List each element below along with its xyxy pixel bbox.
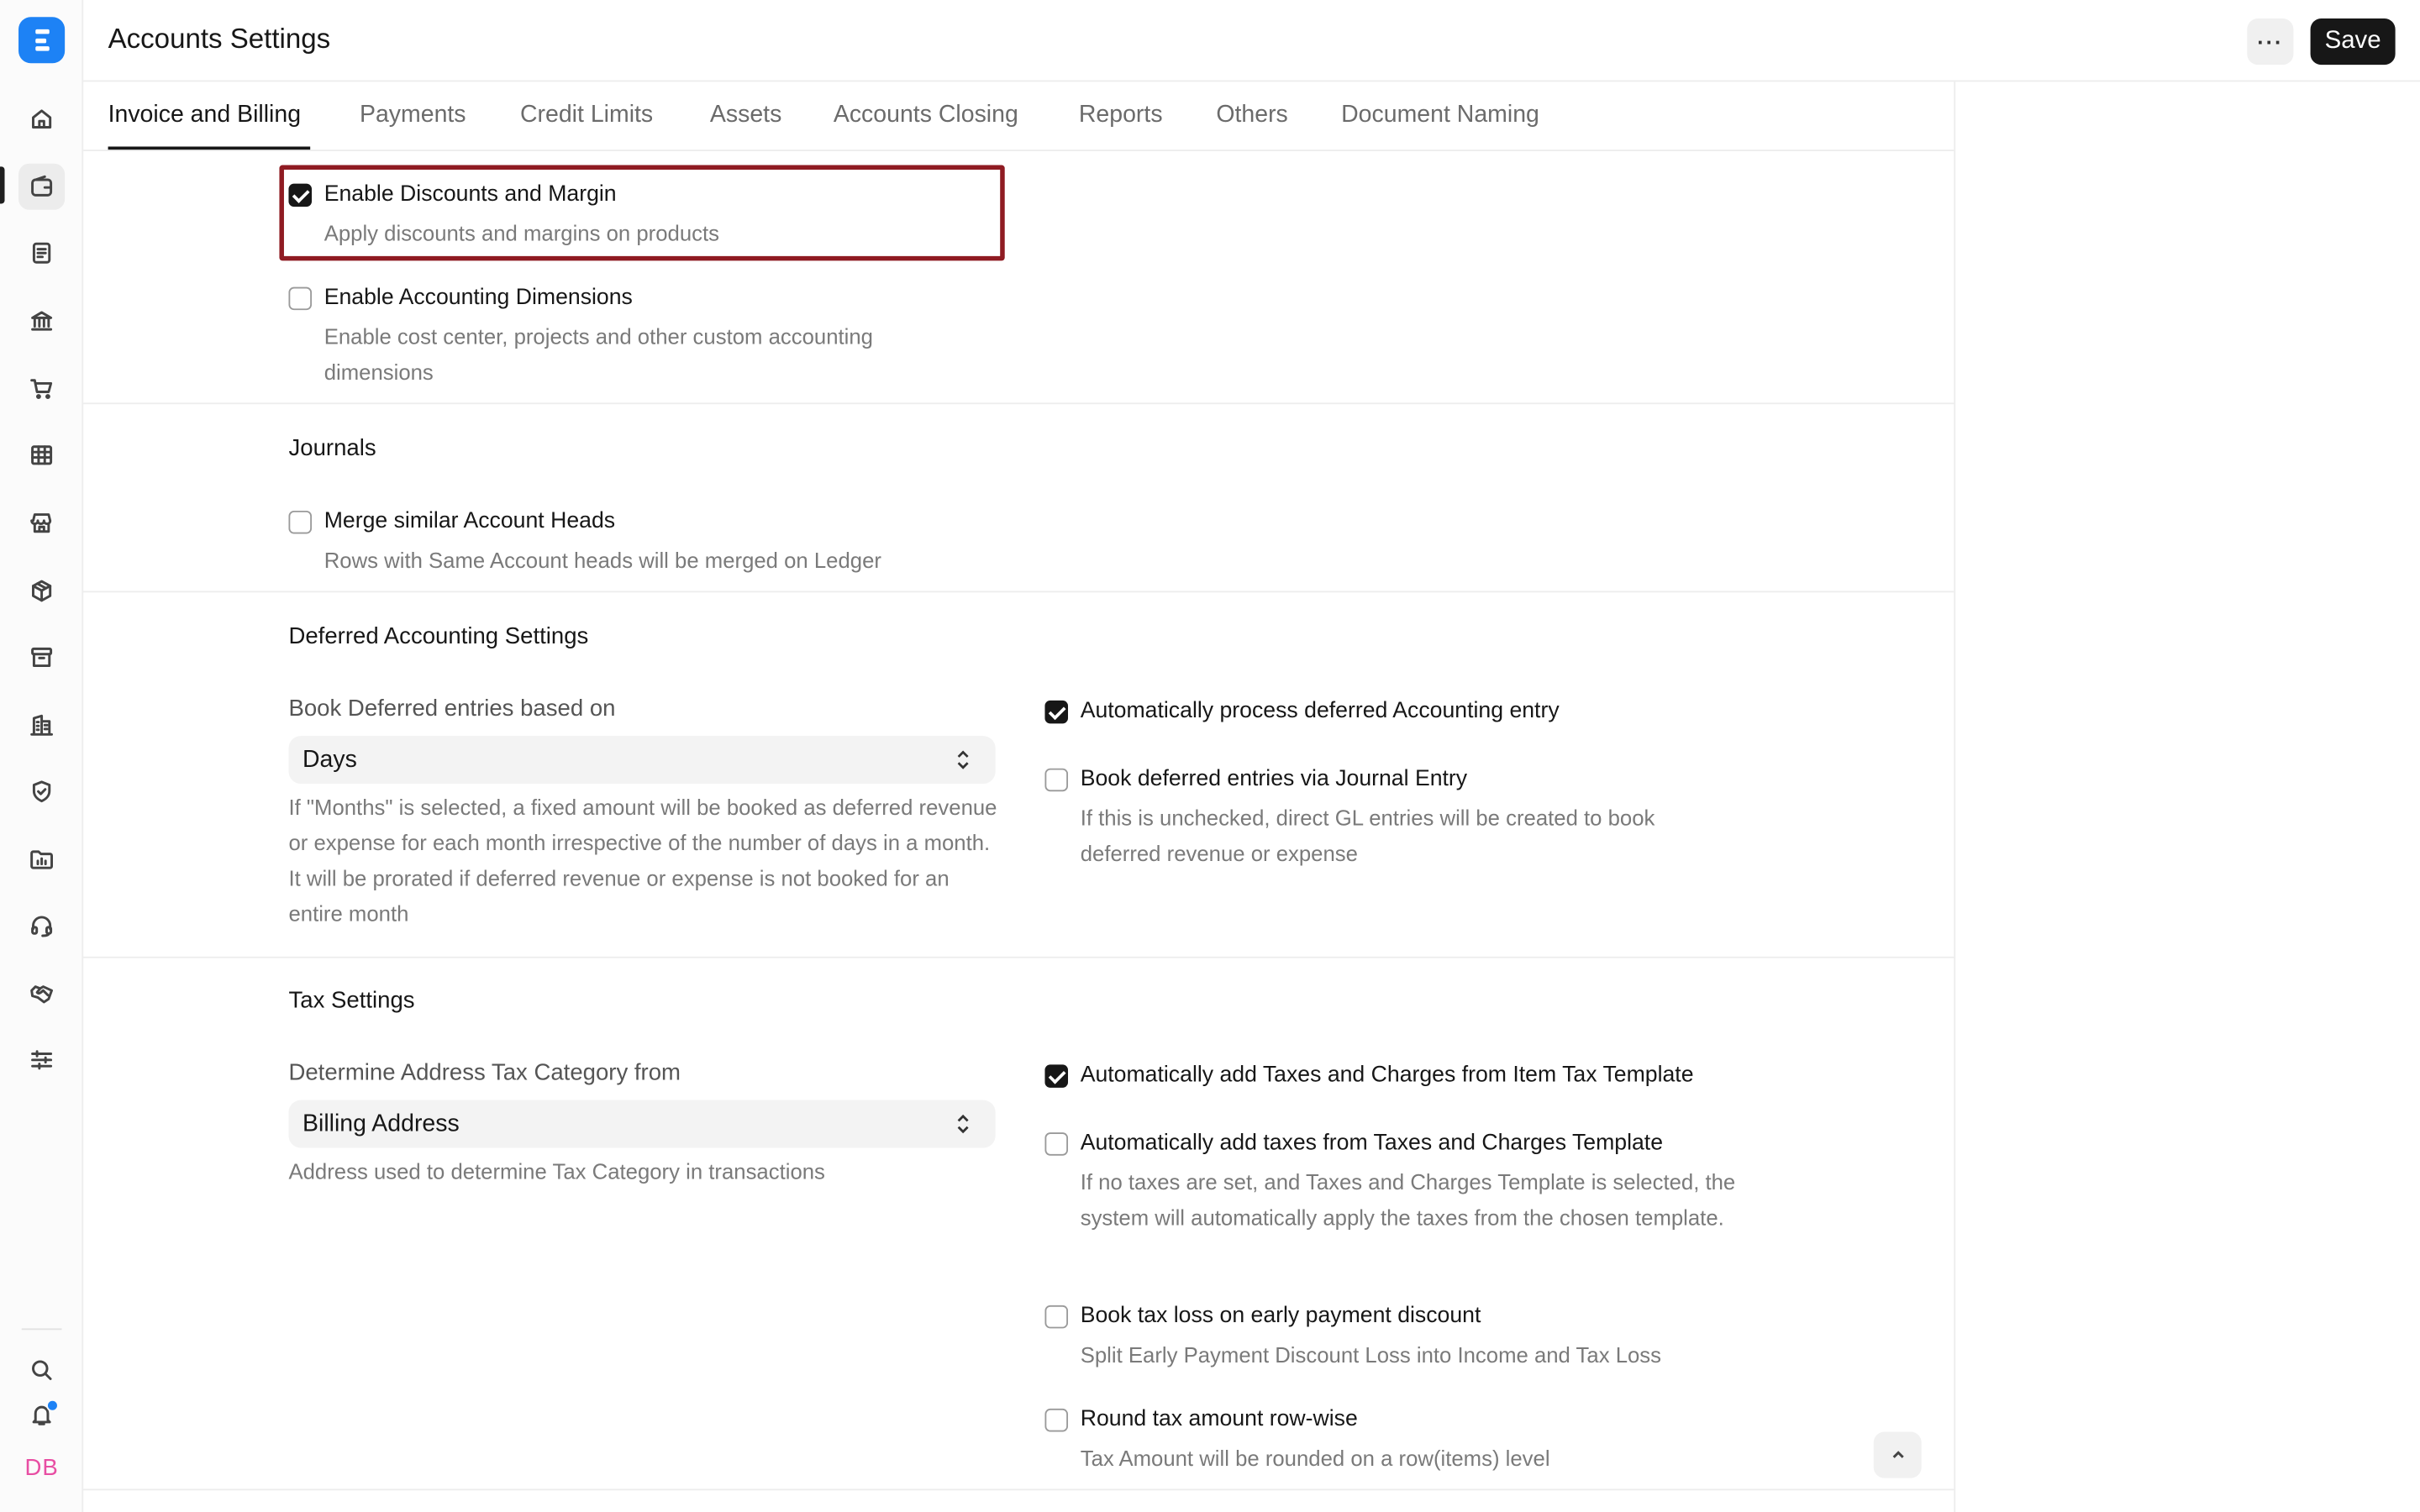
merge-heads-checkbox[interactable] xyxy=(288,510,313,534)
enable-discounts-desc: Apply discounts and margins on products xyxy=(324,220,720,246)
auto-process-deferred-checkbox[interactable] xyxy=(1044,700,1069,724)
avatar[interactable]: DB xyxy=(18,1449,65,1486)
more-actions-button[interactable]: ··· xyxy=(2247,18,2294,66)
headset-icon[interactable] xyxy=(18,902,65,948)
enable-discounts-label[interactable]: Enable Discounts and Margin xyxy=(324,182,617,207)
auto-process-deferred-label[interactable]: Automatically process deferred Accountin… xyxy=(1081,699,1560,723)
tax-title: Tax Settings xyxy=(288,987,415,1014)
tab-document-naming[interactable]: Document Naming xyxy=(1341,102,1539,129)
tab-bar: Invoice and Billing Payments Credit Limi… xyxy=(83,81,1954,151)
book-deferred-desc: If "Months" is selected, a fixed amount … xyxy=(288,794,997,927)
enable-discounts-checkbox[interactable] xyxy=(288,183,313,207)
handshake-icon[interactable] xyxy=(18,970,65,1016)
bank-icon[interactable] xyxy=(18,297,65,344)
tax-loss-label[interactable]: Book tax loss on early payment discount xyxy=(1081,1304,1481,1328)
merge-heads-label[interactable]: Merge similar Account Heads xyxy=(324,509,615,533)
active-nav-marker xyxy=(0,166,5,204)
deferred-title: Deferred Accounting Settings xyxy=(288,623,589,650)
sliders-icon[interactable] xyxy=(18,1037,65,1083)
section-divider xyxy=(83,402,1954,405)
page-title: Accounts Settings xyxy=(108,23,331,55)
address-tax-select[interactable]: Billing Address xyxy=(288,1100,996,1148)
tax-loss-desc: Split Early Payment Discount Loss into I… xyxy=(1080,1341,1662,1368)
auto-item-tax-label[interactable]: Automatically add Taxes and Charges from… xyxy=(1081,1063,1694,1088)
auto-template-tax-desc: If no taxes are set, and Taxes and Charg… xyxy=(1080,1169,1736,1230)
enable-dimensions-desc: Enable cost center, projects and other c… xyxy=(324,323,873,385)
merge-heads-desc: Rows with Same Account heads will be mer… xyxy=(324,548,881,573)
auto-template-tax-checkbox[interactable] xyxy=(1044,1132,1069,1156)
wallet-icon[interactable] xyxy=(18,163,66,210)
deferred-via-journal-desc: If this is unchecked, direct GL entries … xyxy=(1080,805,1655,866)
auto-item-tax-checkbox[interactable] xyxy=(1044,1064,1069,1088)
round-row-desc: Tax Amount will be rounded on a row(item… xyxy=(1080,1446,1550,1471)
shopping-cart-icon[interactable] xyxy=(18,365,65,412)
folder-chart-icon[interactable] xyxy=(18,837,65,883)
shield-icon[interactable] xyxy=(18,769,65,815)
page-header: Accounts Settings ··· Save xyxy=(83,0,2420,82)
box-icon[interactable] xyxy=(18,568,65,614)
tab-others[interactable]: Others xyxy=(1216,102,1287,129)
enable-dimensions-label[interactable]: Enable Accounting Dimensions xyxy=(324,286,633,310)
table-icon[interactable] xyxy=(18,432,65,478)
book-deferred-label: Book Deferred entries based on xyxy=(288,696,616,722)
tab-payments[interactable]: Payments xyxy=(360,102,466,129)
sidebar-divider xyxy=(21,1328,62,1331)
sidebar: DB xyxy=(0,0,84,1512)
enable-dimensions-checkbox[interactable] xyxy=(288,286,313,311)
chevron-up-icon xyxy=(1891,1451,1903,1458)
save-button[interactable]: Save xyxy=(2310,18,2396,66)
invoice-icon[interactable] xyxy=(18,230,65,276)
tab-credit-limits[interactable]: Credit Limits xyxy=(520,102,653,129)
select-chevron-icon xyxy=(954,1112,972,1136)
store-icon[interactable] xyxy=(18,500,65,546)
app-root: DB Accounts Settings ··· Save Invoice an… xyxy=(0,0,2420,1512)
tab-accounts-closing[interactable]: Accounts Closing xyxy=(834,102,1018,129)
app-logo[interactable] xyxy=(18,17,66,64)
deferred-via-journal-label[interactable]: Book deferred entries via Journal Entry xyxy=(1081,767,1467,791)
bell-icon[interactable] xyxy=(18,1392,65,1438)
address-tax-desc: Address used to determine Tax Category i… xyxy=(288,1158,825,1184)
journals-title: Journals xyxy=(288,434,376,462)
tab-invoice-and-billing[interactable]: Invoice and Billing xyxy=(108,102,302,129)
section-divider xyxy=(83,591,1954,593)
search-icon[interactable] xyxy=(18,1347,65,1393)
notification-badge xyxy=(46,1399,59,1412)
tab-reports[interactable]: Reports xyxy=(1079,102,1163,129)
round-row-checkbox[interactable] xyxy=(1044,1408,1069,1432)
round-row-label[interactable]: Round tax amount row-wise xyxy=(1081,1407,1358,1431)
building-icon[interactable] xyxy=(18,702,65,748)
section-divider xyxy=(83,1488,1954,1491)
book-deferred-value: Days xyxy=(302,746,357,774)
tab-assets[interactable]: Assets xyxy=(710,102,781,129)
address-tax-value: Billing Address xyxy=(302,1110,460,1137)
tax-loss-checkbox[interactable] xyxy=(1044,1305,1069,1329)
deferred-via-journal-checkbox[interactable] xyxy=(1044,768,1069,792)
auto-template-tax-label[interactable]: Automatically add taxes from Taxes and C… xyxy=(1081,1131,1663,1155)
address-tax-label: Determine Address Tax Category from xyxy=(288,1059,681,1087)
book-deferred-select[interactable]: Days xyxy=(288,736,996,785)
scroll-to-top-button[interactable] xyxy=(1873,1431,1922,1478)
select-chevron-icon xyxy=(954,748,972,772)
archive-icon[interactable] xyxy=(18,634,65,680)
section-divider xyxy=(83,956,1954,958)
home-icon[interactable] xyxy=(18,96,65,142)
active-tab-indicator xyxy=(108,146,311,150)
